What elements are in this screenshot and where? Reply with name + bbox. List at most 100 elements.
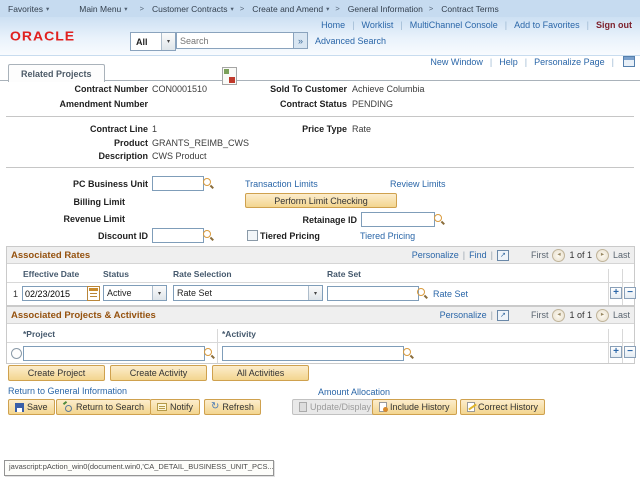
- search-scope-select[interactable]: All ▾: [130, 32, 176, 51]
- perform-limit-checking-button[interactable]: Perform Limit Checking: [245, 193, 397, 208]
- lookup-icon[interactable]: [434, 214, 445, 225]
- return-to-search-button[interactable]: Return to Search: [56, 399, 152, 415]
- add-row-button[interactable]: +: [610, 287, 622, 299]
- description-value: CWS Product: [152, 151, 207, 161]
- discount-id-input[interactable]: [152, 228, 204, 243]
- pager-first[interactable]: First: [531, 250, 549, 260]
- chevron-down-icon: ▾: [124, 5, 128, 13]
- pager-next-icon[interactable]: ▸: [595, 248, 609, 262]
- advanced-search-link[interactable]: Advanced Search: [315, 36, 386, 46]
- column-status: Status: [103, 269, 129, 279]
- contract-status-label: Contract Status: [279, 99, 347, 109]
- status-select[interactable]: Active ▾: [103, 285, 167, 301]
- link-home[interactable]: Home: [321, 20, 345, 30]
- transaction-limits-link[interactable]: Transaction Limits: [245, 179, 318, 189]
- pc-business-unit-label: PC Business Unit: [72, 179, 148, 189]
- new-window-link[interactable]: New Window: [430, 57, 483, 67]
- add-row-button[interactable]: +: [610, 346, 622, 358]
- return-to-search-icon: [63, 402, 73, 412]
- tiered-pricing-link[interactable]: Tiered Pricing: [360, 231, 415, 241]
- breadcrumb-favorites[interactable]: Favorites ▾: [8, 4, 49, 14]
- tiered-pricing-checkbox-label: Tiered Pricing: [260, 231, 320, 241]
- rate-set-input[interactable]: [327, 286, 419, 301]
- view-all-icon[interactable]: ↗: [496, 309, 509, 321]
- chevron-down-icon: ▾: [161, 33, 175, 50]
- divider: [6, 167, 634, 168]
- calendar-icon[interactable]: [87, 286, 100, 301]
- revenue-limit-label: Revenue Limit: [63, 214, 125, 224]
- breadcrumb-item-contract-terms[interactable]: Contract Terms: [441, 4, 498, 14]
- associated-rates-section: Associated Rates Personalize | Find | ↗ …: [6, 246, 636, 306]
- amount-allocation-link[interactable]: Amount Allocation: [318, 387, 390, 397]
- breadcrumb-item-customer-contracts[interactable]: Customer Contracts ▾: [152, 4, 234, 14]
- rate-selection-select[interactable]: Rate Set ▾: [173, 285, 323, 301]
- personalize-layout-icon[interactable]: [623, 56, 635, 67]
- personalize-link[interactable]: Personalize: [412, 250, 459, 260]
- all-activities-button[interactable]: All Activities: [212, 365, 309, 381]
- page-root: Favorites ▾ Main Menu ▾ > Customer Contr…: [0, 0, 640, 480]
- row-number: 1: [13, 289, 19, 299]
- associated-rates-column-headers: Effective Date Status Rate Selection Rat…: [7, 264, 634, 283]
- effective-date-input[interactable]: [22, 286, 90, 301]
- correct-history-button[interactable]: Correct History: [460, 399, 546, 415]
- delete-row-button[interactable]: −: [624, 346, 636, 358]
- pager-prev-icon[interactable]: ◂: [552, 248, 566, 262]
- pager-position: 1 of 1: [569, 310, 592, 320]
- breadcrumb-main-menu[interactable]: Main Menu ▾: [79, 4, 127, 14]
- lookup-icon[interactable]: [203, 178, 214, 189]
- help-link[interactable]: Help: [499, 57, 518, 67]
- link-worklist[interactable]: Worklist: [362, 20, 394, 30]
- retainage-id-label: Retainage ID: [302, 215, 357, 225]
- save-button[interactable]: Save: [8, 399, 55, 415]
- tab-related-projects[interactable]: Related Projects: [8, 64, 105, 82]
- notify-button[interactable]: Notify: [150, 399, 201, 415]
- pc-business-unit-input[interactable]: [152, 176, 204, 191]
- rate-set-link[interactable]: Rate Set: [433, 289, 468, 299]
- description-label: Description: [98, 151, 148, 161]
- activity-input[interactable]: [222, 346, 404, 361]
- associated-rates-header: Associated Rates Personalize | Find | ↗ …: [7, 247, 634, 264]
- lookup-icon[interactable]: [417, 288, 428, 299]
- update-display-icon: [299, 402, 307, 412]
- breadcrumb-separator: >: [139, 4, 144, 13]
- create-activity-button[interactable]: Create Activity: [110, 365, 207, 381]
- contract-line-label: Contract Line: [89, 124, 148, 134]
- breadcrumb-item-create-and-amend[interactable]: Create and Amend ▾: [252, 4, 329, 14]
- link-multichannel-console[interactable]: MultiChannel Console: [410, 20, 498, 30]
- delete-row-button[interactable]: −: [624, 287, 636, 299]
- column-effective-date: Effective Date: [23, 269, 80, 279]
- refresh-button[interactable]: ↻ Refresh: [204, 399, 261, 415]
- return-to-general-information-link[interactable]: Return to General Information: [8, 386, 127, 396]
- search-input[interactable]: [176, 32, 296, 49]
- comments-icon[interactable]: [222, 67, 237, 85]
- breadcrumb-separator: >: [239, 4, 245, 13]
- include-history-button[interactable]: Include History: [372, 399, 457, 415]
- pager-last[interactable]: Last: [613, 250, 630, 260]
- create-project-button[interactable]: Create Project: [8, 365, 105, 381]
- tiered-pricing-checkbox[interactable]: [247, 230, 258, 241]
- view-all-icon[interactable]: ↗: [496, 249, 509, 261]
- lookup-icon[interactable]: [204, 348, 215, 359]
- price-type-value: Rate: [352, 124, 372, 134]
- pager-prev-icon[interactable]: ◂: [552, 308, 566, 322]
- find-link[interactable]: Find: [469, 250, 487, 260]
- link-add-to-favorites[interactable]: Add to Favorites: [514, 20, 580, 30]
- project-input[interactable]: [23, 346, 205, 361]
- pager-first[interactable]: First: [531, 310, 549, 320]
- breadcrumb-item-general-information[interactable]: General Information: [348, 4, 423, 14]
- pager-next-icon[interactable]: ▸: [595, 308, 609, 322]
- sign-out-link[interactable]: Sign out: [596, 20, 632, 30]
- breadcrumb: Favorites ▾ Main Menu ▾ > Customer Contr…: [0, 0, 640, 17]
- review-limits-link[interactable]: Review Limits: [390, 179, 446, 189]
- chevron-down-icon: ▾: [152, 286, 166, 300]
- row-select-radio[interactable]: [11, 348, 22, 359]
- personalize-link[interactable]: Personalize: [440, 310, 487, 320]
- retainage-id-input[interactable]: [361, 212, 435, 227]
- section-title: Associated Projects & Activities: [11, 309, 156, 321]
- lookup-icon[interactable]: [203, 230, 214, 241]
- personalize-page-link[interactable]: Personalize Page: [534, 57, 605, 67]
- lookup-icon[interactable]: [403, 348, 414, 359]
- search-go-button[interactable]: »: [293, 32, 308, 49]
- column-rate-selection: Rate Selection: [173, 269, 232, 279]
- pager-last[interactable]: Last: [613, 310, 630, 320]
